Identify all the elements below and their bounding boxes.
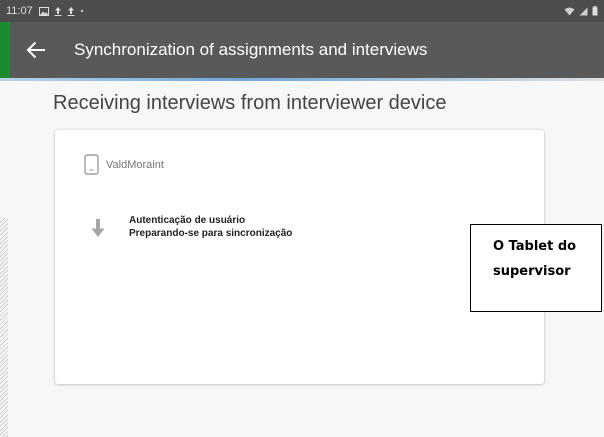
annotation-line: O Tablet do (493, 239, 577, 254)
status-time: 11:07 (6, 5, 33, 17)
toolbar-title: Synchronization of assignments and inter… (74, 40, 428, 59)
tablet-icon (84, 154, 99, 175)
arrow-left-icon (26, 41, 45, 59)
page-heading: Receiving interviews from interviewer de… (53, 92, 447, 114)
device-name: ValdMoraint (106, 158, 164, 171)
hatched-border (0, 218, 8, 437)
status-icons-left (38, 6, 84, 16)
arrow-down-icon (91, 219, 105, 237)
annotation-box: O Tablet do supervisor (470, 224, 602, 312)
image-icon (38, 6, 49, 16)
app-toolbar: Synchronization of assignments and inter… (10, 22, 604, 78)
green-accent-bar (0, 22, 10, 78)
sync-step: Autenticação de usuário (129, 215, 246, 226)
signal-icon (579, 7, 588, 15)
upload-icon (54, 7, 62, 16)
status-icons-right (564, 6, 598, 16)
annotation-line: supervisor (493, 264, 571, 279)
device-row: ValdMoraint (84, 154, 164, 175)
wifi-icon (564, 7, 575, 15)
status-bar: 11:07 (0, 0, 604, 22)
blue-strip (0, 78, 604, 81)
dot-icon (80, 9, 83, 13)
upload-icon (67, 7, 75, 16)
sync-step: Preparando-se para sincronização (129, 228, 293, 239)
sync-steps: Autenticação de usuário Preparando-se pa… (129, 214, 292, 240)
battery-icon (592, 6, 598, 16)
back-button[interactable] (14, 22, 58, 78)
